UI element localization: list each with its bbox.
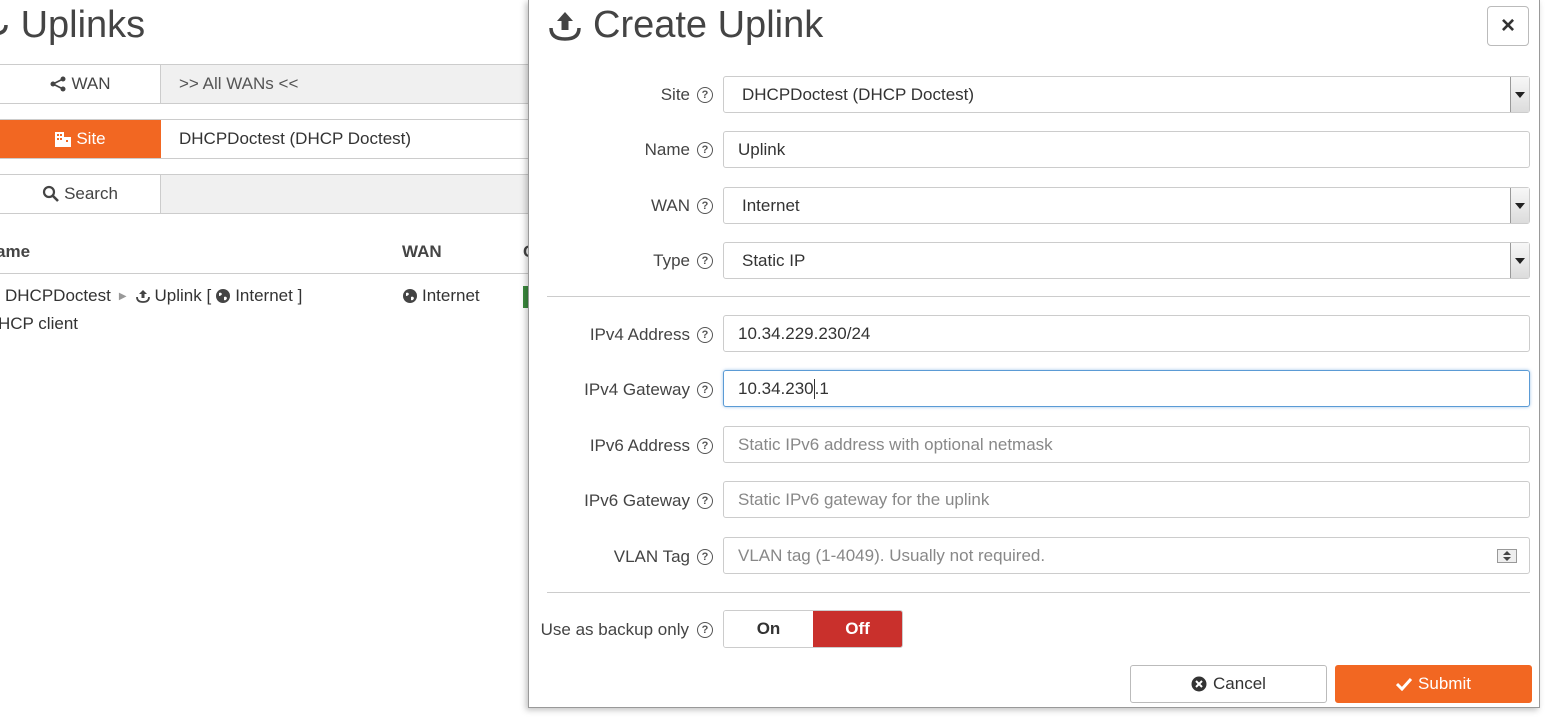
search-filter-input[interactable]: [161, 175, 528, 213]
chevron-down-icon[interactable]: [1510, 243, 1529, 278]
share-icon: [50, 76, 66, 92]
wan-filter-button[interactable]: WAN: [0, 65, 161, 103]
ipv4-gateway-value-end: .1: [814, 378, 829, 398]
help-icon[interactable]: ?: [697, 142, 713, 158]
row-wan: Internet: [402, 286, 480, 306]
check-icon: [1396, 677, 1413, 691]
upload-icon: [0, 4, 10, 47]
ipv6-gateway-field[interactable]: Static IPv6 gateway for the uplink: [723, 481, 1530, 518]
row-wan-text: Internet: [422, 286, 480, 305]
cancel-button-label: Cancel: [1213, 674, 1266, 693]
help-icon[interactable]: ?: [697, 87, 713, 103]
help-icon[interactable]: ?: [697, 382, 713, 398]
chevron-down-icon[interactable]: [1510, 77, 1529, 112]
building-icon: [55, 132, 72, 147]
vlan-tag-field[interactable]: VLAN tag (1-4049). Usually not required.: [723, 537, 1530, 574]
help-icon[interactable]: ?: [697, 438, 713, 454]
site-filter-row: Site DHCPDoctest (DHCP Doctest): [0, 119, 528, 159]
vlan-tag-label: VLAN Tag: [613, 547, 690, 566]
name-field[interactable]: Uplink: [723, 131, 1530, 168]
column-header-name[interactable]: ame: [0, 242, 30, 262]
close-circle-icon: [1191, 676, 1207, 692]
help-icon[interactable]: ?: [697, 549, 713, 565]
ipv4-address-field[interactable]: 10.34.229.230/24: [723, 315, 1530, 352]
row-site: DHCPDoctest: [5, 286, 111, 305]
close-button[interactable]: ×: [1487, 6, 1529, 46]
site-filter-value[interactable]: DHCPDoctest (DHCP Doctest): [161, 120, 528, 158]
spinner-icon[interactable]: [1497, 549, 1517, 563]
table-header-divider: [0, 273, 528, 274]
upload-icon: [549, 11, 581, 41]
ipv6-address-field[interactable]: Static IPv6 address with optional netmas…: [723, 426, 1530, 463]
table-row[interactable]: DHCPDoctest ▶ Uplink [ Internet ]: [5, 286, 302, 306]
row-subtext: HCP client: [0, 314, 78, 333]
page-title-text: Uplinks: [20, 4, 146, 46]
ipv4-gateway-label: IPv4 Gateway: [584, 380, 690, 399]
row-uplink: Uplink [: [154, 286, 212, 305]
help-icon[interactable]: ?: [697, 622, 713, 638]
row-wan-inline: Internet ]: [235, 286, 303, 305]
dialog-title: Create Uplink: [547, 4, 823, 47]
site-label: Site: [660, 85, 690, 104]
help-icon[interactable]: ?: [697, 198, 713, 214]
backup-label: Use as backup only: [540, 620, 689, 639]
ipv4-gateway-field[interactable]: 10.34.230.1: [723, 370, 1530, 407]
help-icon[interactable]: ?: [697, 327, 713, 343]
cancel-button[interactable]: Cancel: [1130, 665, 1327, 703]
column-header-wan[interactable]: WAN: [402, 242, 442, 262]
chevron-down-icon[interactable]: [1510, 188, 1529, 223]
ipv4-address-label: IPv4 Address: [589, 325, 690, 344]
wan-filter-row: WAN >> All WANs <<: [0, 64, 528, 104]
ipv4-gateway-value-start: 10.34.230: [738, 378, 814, 398]
ipv6-gateway-label: IPv6 Gateway: [584, 491, 690, 510]
dialog-title-text: Create Uplink: [593, 4, 824, 46]
search-icon: [42, 185, 59, 202]
search-filter-label: Search: [64, 184, 118, 203]
wan-select[interactable]: Internet: [723, 187, 1530, 224]
ipv6-address-label: IPv6 Address: [589, 436, 690, 455]
vlan-tag-placeholder: VLAN tag (1-4049). Usually not required.: [738, 545, 1046, 565]
site-select-value: DHCPDoctest (DHCP Doctest): [742, 84, 975, 104]
create-uplink-dialog: Create Uplink × Site ? DHCPDoctest (DHCP…: [528, 0, 1540, 708]
site-filter-button[interactable]: Site: [0, 120, 161, 158]
wan-label: WAN: [650, 196, 690, 215]
wan-select-value: Internet: [742, 195, 800, 215]
type-select-value: Static IP: [742, 250, 806, 270]
site-filter-label: Site: [76, 129, 106, 148]
divider: [547, 296, 1530, 297]
name-label: Name: [644, 140, 690, 159]
toggle-off-button[interactable]: Off: [813, 611, 902, 647]
site-select[interactable]: DHCPDoctest (DHCP Doctest): [723, 76, 1530, 113]
submit-button-label: Submit: [1418, 674, 1471, 693]
page-title: Uplinks: [0, 4, 145, 47]
toggle-on-button[interactable]: On: [724, 611, 813, 647]
submit-button[interactable]: Submit: [1335, 665, 1532, 703]
globe-icon: [216, 289, 231, 303]
globe-icon: [403, 289, 417, 303]
wan-filter-label: WAN: [71, 74, 111, 93]
help-icon[interactable]: ?: [697, 253, 713, 269]
search-filter-row: Search: [0, 174, 528, 214]
help-icon[interactable]: ?: [697, 493, 713, 509]
caret-right-icon: ▶: [118, 290, 127, 302]
divider: [547, 592, 1530, 593]
upload-icon: [135, 290, 150, 303]
type-select[interactable]: Static IP: [723, 242, 1530, 279]
search-filter-button[interactable]: Search: [0, 175, 161, 213]
type-label: Type: [653, 251, 690, 270]
wan-filter-value[interactable]: >> All WANs <<: [161, 65, 528, 103]
backup-toggle[interactable]: On Off: [723, 610, 903, 648]
